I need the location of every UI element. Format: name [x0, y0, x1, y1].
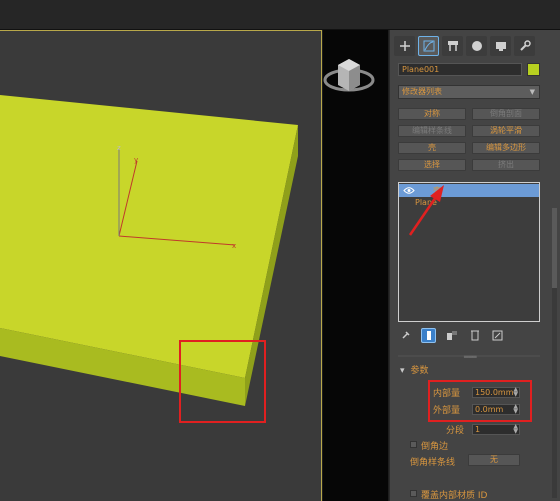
viewcube-icon[interactable] [323, 30, 388, 110]
segments-label: 分段 [445, 426, 464, 436]
rollout-divider: ═══ [398, 353, 540, 360]
highlight-box-thickness [179, 340, 266, 423]
plane-top-face[interactable] [0, 95, 298, 378]
modifier-button-select[interactable]: 选择 [398, 159, 466, 171]
chevron-down-icon: ▼ [529, 88, 535, 96]
override-inner-mat-checkbox[interactable] [410, 490, 417, 497]
make-unique-icon[interactable] [444, 328, 459, 343]
z-axis-label: z [117, 144, 121, 152]
command-panel-tabs [394, 36, 535, 56]
spinner-arrows-icon[interactable]: ▲ ▼ [513, 424, 518, 435]
viewport-side-area [323, 30, 388, 501]
modifier-button-extrude[interactable]: 挤出 [472, 159, 540, 171]
command-panel: Plane001 修改器列表 ▼ 对称 倒角剖面 编辑样条线 涡轮平滑 壳 编辑… [389, 30, 560, 501]
hierarchy-icon [447, 41, 458, 51]
motion-tab[interactable] [466, 36, 487, 56]
x-axis-label: x [232, 242, 236, 250]
bevel-spline-label: 倒角样条线 [410, 458, 456, 468]
modifier-button-edit-poly[interactable]: 编辑多边形 [472, 142, 540, 154]
parameters-rollout-title: 参数 [410, 366, 429, 376]
modifier-button-shell[interactable]: 壳 [398, 142, 466, 154]
bevel-edges-label: 倒角边 [421, 442, 449, 452]
utilities-tab[interactable] [514, 36, 535, 56]
y-axis-label: y [134, 156, 138, 164]
override-inner-mat-label: 覆盖内部材质 ID [421, 491, 488, 501]
create-tab[interactable] [394, 36, 415, 56]
show-end-result-icon[interactable] [421, 327, 436, 343]
pin-stack-icon[interactable] [398, 328, 413, 343]
object-color-swatch[interactable] [527, 63, 540, 76]
modifier-button-bevel-profile[interactable]: 倒角剖面 [472, 108, 540, 120]
modifier-button-edit-spline[interactable]: 编辑样条线 [398, 125, 466, 137]
parameters-rollout-header[interactable]: ▾ 参数 [400, 363, 429, 376]
svg-text:═══: ═══ [463, 353, 477, 360]
circle-icon [471, 41, 482, 51]
bevel-spline-button[interactable]: 无 [468, 454, 520, 466]
segments-spinner[interactable]: 1 ▲ ▼ [472, 424, 520, 435]
display-tab[interactable] [490, 36, 511, 56]
top-toolbar [0, 0, 560, 30]
modifier-list-label: 修改器列表 [402, 87, 442, 96]
panel-scrollbar[interactable] [552, 208, 557, 498]
bevel-edges-checkbox[interactable] [410, 441, 417, 448]
modifier-button-symmetry[interactable]: 对称 [398, 108, 466, 120]
panel-scrollbar-thumb[interactable] [552, 208, 557, 288]
plus-icon [399, 41, 410, 51]
remove-modifier-icon[interactable] [467, 328, 482, 343]
highlight-box-amounts [428, 380, 532, 422]
wrench-icon [519, 40, 531, 51]
modify-curve-icon [423, 40, 434, 52]
segments-value: 1 [475, 425, 481, 434]
object-name-field[interactable]: Plane001 [398, 63, 522, 76]
stack-toolbar [398, 327, 505, 343]
perspective-viewport[interactable]: x y z [0, 30, 322, 501]
viewport-scene: x y z [0, 95, 298, 406]
collapse-icon: ▾ [400, 366, 405, 376]
annotation-arrow-icon [408, 185, 444, 236]
modifier-list-dropdown[interactable]: 修改器列表 ▼ [398, 85, 540, 99]
monitor-icon [495, 42, 506, 51]
modifier-button-turbosmooth[interactable]: 涡轮平滑 [472, 125, 540, 137]
modify-tab[interactable] [418, 36, 439, 56]
configure-modifier-sets-icon[interactable] [490, 328, 505, 343]
hierarchy-tab[interactable] [442, 36, 463, 56]
